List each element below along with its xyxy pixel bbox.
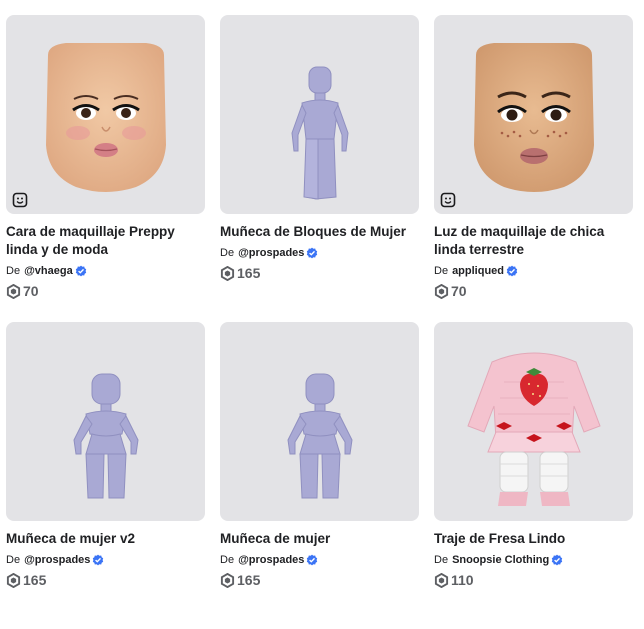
creator-link[interactable]: @prospades	[238, 553, 304, 567]
item-price: 165	[220, 572, 419, 588]
creator-link[interactable]: appliqued	[452, 264, 504, 278]
item-name[interactable]: Muñeca de mujer	[220, 530, 419, 548]
robux-icon	[434, 572, 449, 588]
creator-link[interactable]: Snoopsie Clothing	[452, 553, 549, 567]
face-icon	[12, 192, 28, 208]
item-name[interactable]: Muñeca de Bloques de Mujer	[220, 223, 419, 241]
verified-badge-icon	[307, 247, 318, 259]
robux-icon	[220, 572, 235, 588]
item-name[interactable]: Traje de Fresa Lindo	[434, 530, 633, 548]
price-value: 165	[23, 572, 47, 588]
item-creator: De @prospades	[220, 553, 419, 567]
item-name[interactable]: Cara de maquillaje Preppy linda y de mod…	[6, 223, 205, 259]
item-creator: De Snoopsie Clothing	[434, 553, 633, 567]
by-label: De	[220, 247, 235, 259]
catalog-item-card[interactable]: Luz de maquillaje de chica linda terrest…	[434, 15, 633, 322]
by-label: De	[6, 265, 21, 277]
creator-link[interactable]: @vhaega	[24, 264, 73, 278]
creator-link[interactable]: @prospades	[24, 553, 90, 567]
item-name[interactable]: Muñeca de mujer v2	[6, 530, 205, 548]
item-price: 165	[220, 265, 419, 281]
item-price: 165	[6, 572, 205, 588]
item-price: 110	[434, 572, 633, 588]
robux-icon	[6, 572, 21, 588]
item-thumbnail[interactable]	[434, 15, 633, 214]
verified-badge-icon	[75, 265, 86, 277]
price-value: 70	[451, 283, 467, 299]
robux-icon	[6, 283, 21, 299]
item-creator: De @vhaega	[6, 264, 205, 278]
catalog-item-card[interactable]: Muñeca de mujer De @prospades 165	[220, 322, 419, 629]
item-creator: De @prospades	[6, 553, 205, 567]
catalog-item-card[interactable]: Traje de Fresa Lindo De Snoopsie Clothin…	[434, 322, 633, 629]
item-creator: De appliqued	[434, 264, 633, 278]
price-value: 110	[451, 572, 474, 588]
price-value: 70	[23, 283, 39, 299]
item-creator: De @prospades	[220, 246, 419, 260]
item-thumbnail[interactable]	[220, 15, 419, 214]
item-thumbnail[interactable]	[6, 15, 205, 214]
verified-badge-icon	[552, 554, 563, 566]
by-label: De	[6, 554, 21, 566]
price-value: 165	[237, 572, 261, 588]
catalog-grid: Cara de maquillaje Preppy linda y de mod…	[6, 15, 633, 629]
catalog-item-card[interactable]: Cara de maquillaje Preppy linda y de mod…	[6, 15, 205, 322]
by-label: De	[434, 265, 449, 277]
robux-icon	[434, 283, 449, 299]
face-icon	[440, 192, 456, 208]
verified-badge-icon	[307, 554, 318, 566]
by-label: De	[434, 554, 449, 566]
item-thumbnail[interactable]	[434, 322, 633, 521]
verified-badge-icon	[93, 554, 104, 566]
creator-link[interactable]: @prospades	[238, 246, 304, 260]
item-name[interactable]: Luz de maquillaje de chica linda terrest…	[434, 223, 633, 259]
item-thumbnail[interactable]	[6, 322, 205, 521]
item-thumbnail[interactable]	[220, 322, 419, 521]
catalog-item-card[interactable]: Muñeca de Bloques de Mujer De @prospades…	[220, 15, 419, 322]
catalog-item-card[interactable]: Muñeca de mujer v2 De @prospades 165	[6, 322, 205, 629]
by-label: De	[220, 554, 235, 566]
verified-badge-icon	[506, 265, 518, 277]
item-price: 70	[6, 283, 205, 299]
price-value: 165	[237, 265, 261, 281]
item-price: 70	[434, 283, 633, 299]
robux-icon	[220, 265, 235, 281]
